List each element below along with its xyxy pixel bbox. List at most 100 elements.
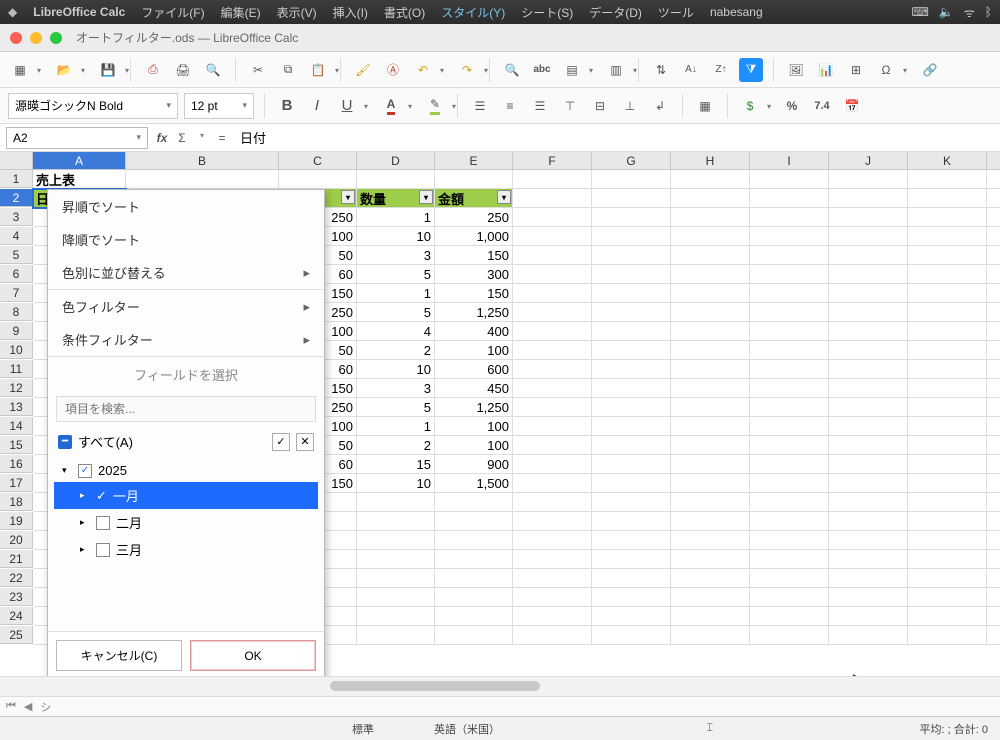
cell[interactable] — [908, 379, 987, 398]
cell[interactable] — [671, 379, 750, 398]
column-header[interactable]: K — [908, 152, 987, 170]
cell[interactable] — [357, 588, 435, 607]
cell[interactable] — [435, 493, 513, 512]
row-header[interactable]: 16 — [0, 455, 33, 473]
cell[interactable] — [671, 455, 750, 474]
menu-styles[interactable]: スタイル(Y) — [441, 4, 505, 21]
cell[interactable] — [357, 512, 435, 531]
sort-descending[interactable]: 降順でソート — [48, 223, 324, 256]
cell[interactable] — [908, 398, 987, 417]
cell[interactable] — [592, 474, 671, 493]
cell[interactable]: 5 — [357, 398, 435, 417]
cell[interactable] — [829, 208, 908, 227]
cell[interactable]: 3 — [357, 379, 435, 398]
function-wizard-icon[interactable]: fx — [154, 131, 170, 145]
row-header[interactable]: 3 — [0, 208, 33, 226]
close-window-button[interactable] — [10, 32, 22, 44]
cell[interactable] — [592, 360, 671, 379]
cell[interactable] — [513, 607, 592, 626]
cell[interactable] — [829, 588, 908, 607]
cell[interactable] — [829, 284, 908, 303]
cell[interactable]: 15 — [357, 455, 435, 474]
sort-asc-icon[interactable]: ⇅ — [649, 58, 673, 82]
prev-sheet-icon[interactable]: ◀ — [24, 700, 32, 713]
cell[interactable] — [671, 550, 750, 569]
cell[interactable] — [908, 569, 987, 588]
formula-input[interactable] — [236, 127, 1000, 149]
cell[interactable] — [592, 417, 671, 436]
align-center-icon[interactable]: ≡ — [498, 94, 522, 118]
cell[interactable] — [829, 360, 908, 379]
expand-icon[interactable]: ▾ — [62, 465, 72, 476]
cell[interactable] — [513, 265, 592, 284]
cell[interactable] — [435, 626, 513, 645]
autofilter-icon[interactable]: ⧩ — [739, 58, 763, 82]
align-middle-icon[interactable]: ⊟ — [588, 94, 612, 118]
number-format-icon[interactable]: 7.4 — [810, 94, 834, 118]
save-icon[interactable]: 💾▾ — [96, 58, 120, 82]
cancel-button[interactable]: キャンセル(C) — [56, 640, 182, 671]
currency-icon[interactable]: $▾ — [738, 94, 762, 118]
column-header[interactable]: E — [435, 152, 513, 170]
cell[interactable] — [513, 246, 592, 265]
cell[interactable] — [513, 531, 592, 550]
cell[interactable]: 5 — [357, 265, 435, 284]
cell[interactable] — [750, 360, 829, 379]
cell[interactable]: 300 — [435, 265, 513, 284]
redo-icon[interactable]: ↷▾ — [455, 58, 479, 82]
cell[interactable] — [671, 284, 750, 303]
cell[interactable] — [435, 569, 513, 588]
column-header[interactable]: A — [33, 152, 126, 170]
cell[interactable] — [750, 474, 829, 493]
cell[interactable] — [435, 512, 513, 531]
row-icon[interactable]: ▤▾ — [560, 58, 584, 82]
cell[interactable] — [592, 227, 671, 246]
cell[interactable] — [592, 398, 671, 417]
first-sheet-icon[interactable]: ⏮ — [6, 700, 16, 713]
select-all-toggle[interactable]: ━ — [58, 435, 72, 449]
cell[interactable] — [750, 322, 829, 341]
cell[interactable]: 900 — [435, 455, 513, 474]
align-right-icon[interactable]: ☰ — [528, 94, 552, 118]
cell[interactable] — [750, 531, 829, 550]
open-icon[interactable]: 📂▾ — [52, 58, 76, 82]
cell[interactable] — [750, 189, 829, 208]
cell[interactable] — [829, 493, 908, 512]
cell[interactable] — [750, 512, 829, 531]
row-header[interactable]: 1 — [0, 170, 33, 188]
tree-node-month-1[interactable]: ▸ ✓ 一月 — [54, 482, 318, 509]
cell[interactable]: 400 — [435, 322, 513, 341]
cell[interactable] — [513, 303, 592, 322]
cell[interactable] — [513, 341, 592, 360]
copy-icon[interactable]: ⧉ — [276, 58, 300, 82]
sort-by-color[interactable]: 色別に並び替える▸ — [48, 256, 324, 289]
cell[interactable]: 600 — [435, 360, 513, 379]
cell[interactable] — [357, 626, 435, 645]
cell[interactable] — [829, 246, 908, 265]
cell[interactable]: 1,250 — [435, 398, 513, 417]
menu-view[interactable]: 表示(V) — [277, 4, 317, 21]
cell[interactable] — [908, 284, 987, 303]
underline-icon[interactable]: U▾ — [335, 94, 359, 118]
cell[interactable]: 2 — [357, 341, 435, 360]
new-document-icon[interactable]: ▦▾ — [8, 58, 32, 82]
cell[interactable] — [908, 607, 987, 626]
cell[interactable] — [829, 227, 908, 246]
bold-icon[interactable]: B — [275, 94, 299, 118]
cell[interactable] — [592, 588, 671, 607]
cell[interactable] — [435, 170, 513, 189]
cut-icon[interactable]: ✂ — [246, 58, 270, 82]
year-checkbox[interactable] — [78, 464, 92, 478]
cell[interactable] — [671, 531, 750, 550]
menu-user[interactable]: nabesang — [710, 5, 763, 19]
cell[interactable] — [592, 512, 671, 531]
merge-cells-icon[interactable]: ▦ — [693, 94, 717, 118]
wrap-text-icon[interactable]: ↲ — [648, 94, 672, 118]
cell[interactable] — [513, 474, 592, 493]
cell[interactable] — [671, 474, 750, 493]
minimize-window-button[interactable] — [30, 32, 42, 44]
cell[interactable]: 10 — [357, 360, 435, 379]
tree-node-year[interactable]: ▾ 2025 — [54, 459, 318, 482]
row-header[interactable]: 11 — [0, 360, 33, 378]
cell[interactable] — [750, 493, 829, 512]
